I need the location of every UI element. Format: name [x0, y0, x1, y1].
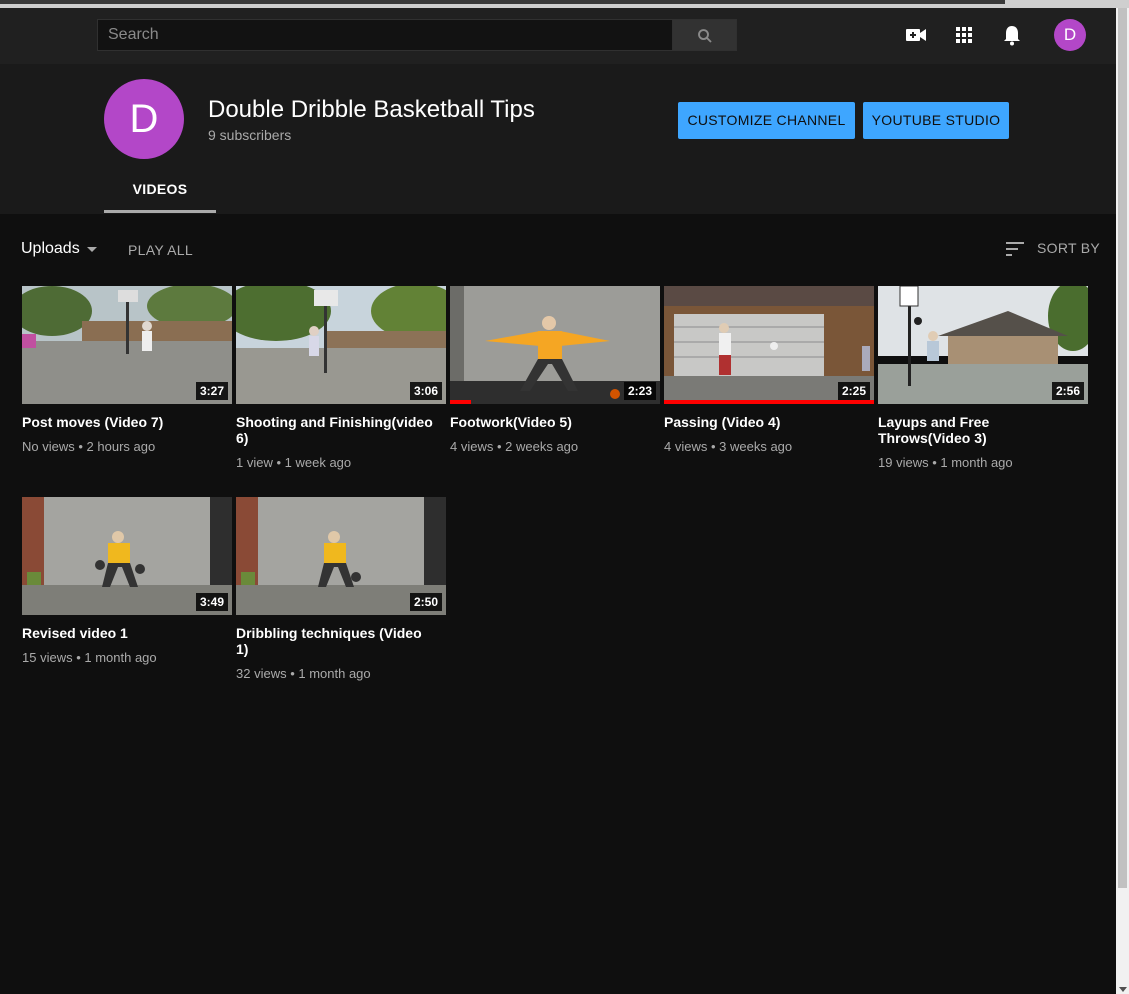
- video-duration: 2:50: [409, 593, 442, 611]
- video-card[interactable]: 2:50 Dribbling techniques (Video 1) 32 v…: [236, 497, 446, 681]
- video-card[interactable]: 2:56 Layups and Free Throws(Video 3) 19 …: [878, 286, 1088, 470]
- video-title[interactable]: Shooting and Finishing(video 6): [236, 414, 436, 446]
- channel-avatar: D: [104, 79, 184, 159]
- video-duration: 3:06: [409, 382, 442, 400]
- video-title[interactable]: Dribbling techniques (Video 1): [236, 625, 436, 657]
- video-meta: No views • 2 hours ago: [22, 439, 156, 454]
- youtube-studio-button[interactable]: YOUTUBE STUDIO: [863, 102, 1009, 139]
- sort-by-button[interactable]: SORT BY: [1037, 240, 1100, 256]
- video-card[interactable]: 2:25 Passing (Video 4) 4 views • 3 weeks…: [664, 286, 874, 454]
- video-title[interactable]: Post moves (Video 7): [22, 414, 222, 430]
- video-card[interactable]: 2:23 Footwork(Video 5) 4 views • 2 weeks…: [450, 286, 660, 454]
- video-duration: 3:49: [195, 593, 228, 611]
- channel-name: Double Dribble Basketball Tips: [208, 96, 535, 123]
- search-icon: [698, 29, 712, 43]
- video-title[interactable]: Revised video 1: [22, 625, 222, 641]
- scrollbar-thumb[interactable]: [1118, 8, 1127, 888]
- video-meta: 19 views • 1 month ago: [878, 455, 1013, 470]
- video-thumbnail[interactable]: 2:25: [664, 286, 874, 404]
- customize-channel-button[interactable]: CUSTOMIZE CHANNEL: [678, 102, 855, 139]
- video-thumbnail[interactable]: 2:50: [236, 497, 446, 615]
- video-card[interactable]: 3:06 Shooting and Finishing(video 6) 1 v…: [236, 286, 446, 470]
- watch-progress-bar: [450, 400, 471, 404]
- caret-down-icon[interactable]: [87, 247, 97, 252]
- watch-progress-bar: [664, 400, 874, 404]
- uploads-dropdown[interactable]: Uploads: [21, 240, 80, 258]
- video-thumbnail[interactable]: 3:06: [236, 286, 446, 404]
- apps-grid-icon[interactable]: [952, 23, 976, 47]
- video-duration: 3:27: [195, 382, 228, 400]
- video-card[interactable]: 3:49 Revised video 1 15 views • 1 month …: [22, 497, 232, 665]
- video-meta: 1 view • 1 week ago: [236, 455, 352, 470]
- video-thumbnail[interactable]: 2:23: [450, 286, 660, 404]
- channel-header: D Double Dribble Basketball Tips 9 subsc…: [0, 64, 1116, 214]
- video-title[interactable]: Footwork(Video 5): [450, 414, 650, 430]
- search-input[interactable]: Search: [97, 19, 673, 51]
- notifications-bell-icon[interactable]: [1000, 23, 1024, 47]
- video-thumbnail[interactable]: 3:49: [22, 497, 232, 615]
- video-meta: 15 views • 1 month ago: [22, 650, 157, 665]
- scroll-down-arrow-icon[interactable]: [1119, 987, 1127, 992]
- browser-tab-strip: [0, 0, 1005, 4]
- subscriber-count: 9 subscribers: [208, 127, 292, 143]
- video-card[interactable]: 3:27 Post moves (Video 7) No views • 2 h…: [22, 286, 232, 454]
- search-button[interactable]: [672, 19, 737, 51]
- video-duration: 2:56: [1051, 382, 1084, 400]
- sort-icon[interactable]: [1005, 239, 1027, 259]
- page-scrollbar[interactable]: [1116, 8, 1129, 994]
- video-thumbnail[interactable]: 3:27: [22, 286, 232, 404]
- video-meta: 4 views • 2 weeks ago: [450, 439, 579, 454]
- video-duration: 2:23: [623, 382, 656, 400]
- video-title[interactable]: Passing (Video 4): [664, 414, 864, 430]
- video-meta: 32 views • 1 month ago: [236, 666, 371, 681]
- create-video-icon[interactable]: [904, 23, 928, 47]
- masthead: Search D: [0, 8, 1116, 64]
- account-avatar[interactable]: D: [1054, 19, 1086, 51]
- video-thumbnail[interactable]: 2:56: [878, 286, 1088, 404]
- video-meta: 4 views • 3 weeks ago: [664, 439, 793, 454]
- video-duration: 2:25: [837, 382, 870, 400]
- video-title[interactable]: Layups and Free Throws(Video 3): [878, 414, 1078, 446]
- play-all-button[interactable]: PLAY ALL: [128, 242, 193, 258]
- tab-videos[interactable]: VIDEOS: [104, 170, 216, 213]
